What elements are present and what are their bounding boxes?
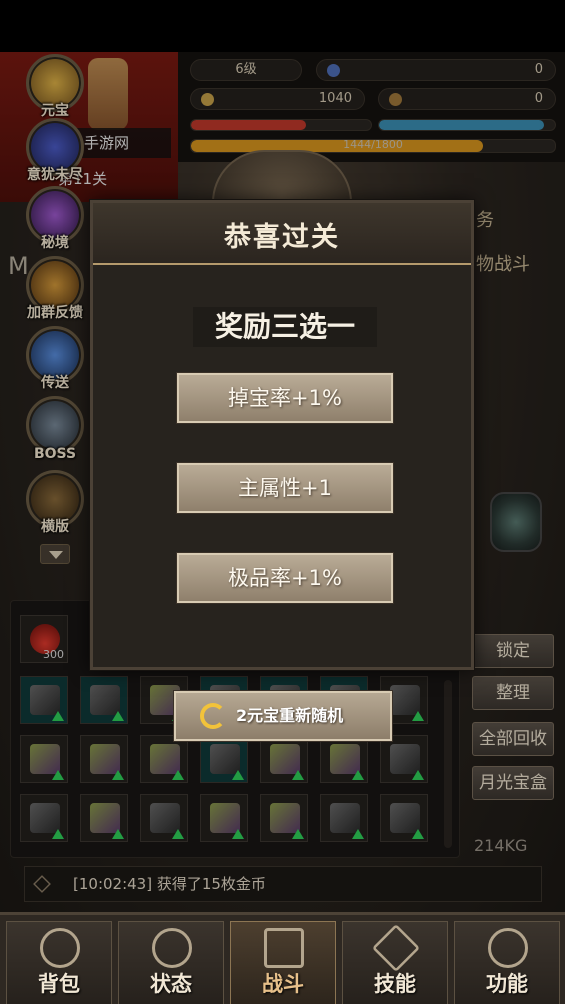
status-icon <box>152 928 192 968</box>
function-icon <box>488 928 528 968</box>
nav-label: 战斗 <box>262 972 304 996</box>
nav-label: 技能 <box>374 972 416 996</box>
battle-icon <box>264 928 304 968</box>
nav-label: 背包 <box>38 972 80 996</box>
choice-drop-rate[interactable]: 掉宝率+1% <box>177 373 393 423</box>
nav-skill[interactable]: 技能 <box>342 921 448 1004</box>
nav-function[interactable]: 功能 <box>454 921 560 1004</box>
reroll-label: 2元宝重新随机 <box>236 706 344 725</box>
dialog-title: 恭喜过关 <box>224 222 340 253</box>
bottom-nav: 背包 状态 战斗 技能 功能 <box>0 912 565 1004</box>
choice-epic-rate[interactable]: 极品率+1% <box>177 553 393 603</box>
skill-icon <box>371 923 421 973</box>
dialog-subtitle: 奖励三选一 <box>193 307 377 347</box>
top-black-bar <box>0 0 565 52</box>
refresh-icon <box>200 703 226 729</box>
choice-main-attr[interactable]: 主属性+1 <box>177 463 393 513</box>
nav-label: 状态 <box>150 972 192 996</box>
nav-status[interactable]: 状态 <box>118 921 224 1004</box>
nav-label: 功能 <box>486 972 528 996</box>
bag-icon <box>40 928 80 968</box>
dialog-titlebar: 恭喜过关 <box>93 203 471 265</box>
nav-battle[interactable]: 战斗 <box>230 921 336 1004</box>
nav-bag[interactable]: 背包 <box>6 921 112 1004</box>
reroll-button[interactable]: 2元宝重新随机 <box>174 691 392 741</box>
stage-clear-dialog: 恭喜过关 奖励三选一 掉宝率+1% 主属性+1 极品率+1% <box>90 200 474 670</box>
